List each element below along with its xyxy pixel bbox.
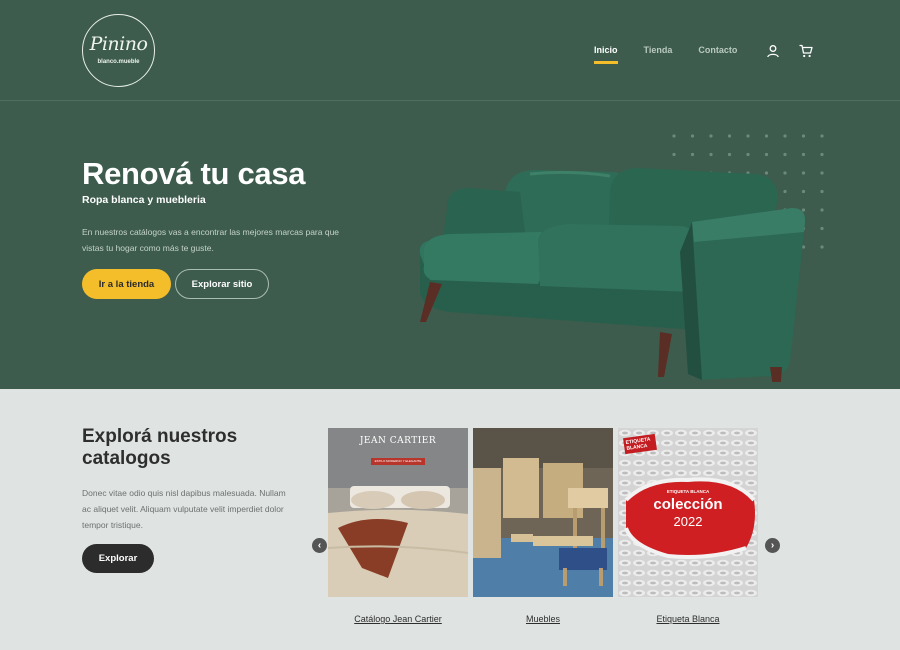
jean-cartier-brand: JEAN CARTIER <box>359 436 437 446</box>
brand-logo[interactable]: Pinino blanco.mueble <box>82 14 155 87</box>
catalogs-title: Explorá nuestros catalogos <box>82 426 238 469</box>
explore-site-button[interactable]: Explorar sitio <box>175 269 269 299</box>
explore-button[interactable]: Explorar <box>82 544 154 573</box>
nav-item-tienda[interactable]: Tienda <box>644 45 673 55</box>
sofa-image <box>419 168 806 382</box>
catalogs-section: Explorá nuestros catalogos Donec vitae o… <box>0 389 900 650</box>
nav-item-contacto[interactable]: Contacto <box>698 45 737 55</box>
hero-subtitle: Ropa blanca y muebleria <box>82 194 206 206</box>
coleccion-small: ETIQUETA BLANCA <box>666 489 710 494</box>
user-icon[interactable] <box>766 44 780 58</box>
catalogs-description: Donec vitae odio quis nisl dapibus males… <box>82 488 286 530</box>
main-nav: Inicio Tienda Contacto <box>594 45 737 64</box>
workshop-image <box>473 428 613 597</box>
cart-icon[interactable] <box>799 44 813 58</box>
catalog-card-etiqueta-blanca[interactable]: ETIQUETA BLANCA ETIQUETA BLANCA colecció… <box>618 428 758 597</box>
site-header: Pinino blanco.mueble Inicio Tienda Conta… <box>0 0 900 101</box>
hero-title: Renová tu casa <box>82 156 306 191</box>
catalog-card-muebles[interactable] <box>473 428 613 597</box>
coleccion-headline: colección <box>653 496 723 513</box>
bedroom-image <box>328 428 468 597</box>
chevron-right-icon[interactable]: › <box>765 538 780 553</box>
catalog-label-etiqueta-blanca[interactable]: Etiqueta Blanca <box>618 614 758 624</box>
catalog-label-jean-cartier[interactable]: Catálogo Jean Cartier <box>328 614 468 624</box>
chevron-left-icon[interactable]: ‹ <box>312 538 327 553</box>
catalog-label-muebles[interactable]: Muebles <box>473 614 613 624</box>
coleccion-year: 2022 <box>673 514 703 529</box>
logo-name: Pinino <box>89 33 148 55</box>
go-to-store-button[interactable]: Ir a la tienda <box>82 269 171 299</box>
nav-item-inicio[interactable]: Inicio <box>594 45 618 64</box>
hero-description: En nuestros catálogos vas a encontrar la… <box>82 227 340 253</box>
catalog-card-jean-cartier[interactable]: JEAN CARTIER ESTILO MODERNO Y ELEGANTE <box>328 428 468 597</box>
jean-cartier-tagline: ESTILO MODERNO Y ELEGANTE <box>371 458 425 465</box>
hero-section: Renová tu casa Ropa blanca y muebleria E… <box>0 102 900 389</box>
logo-tagline: blanco.mueble <box>97 59 140 65</box>
